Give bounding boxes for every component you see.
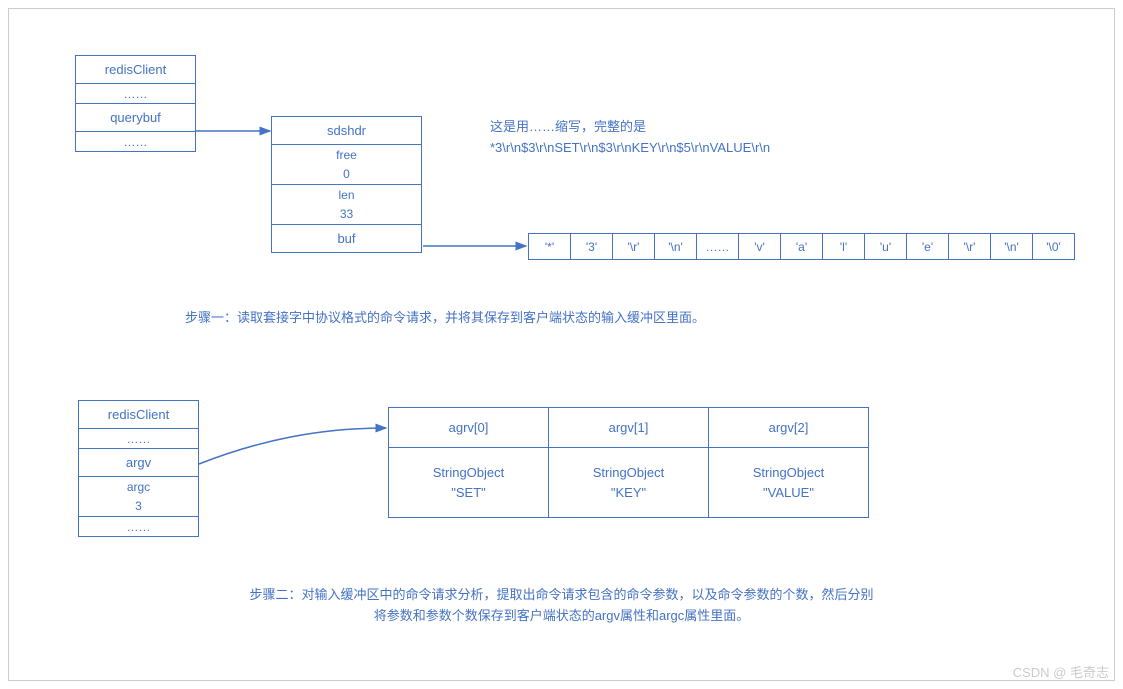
step1-text: 步骤一：读取套接字中协议格式的命令请求，并将其保存到客户端状态的输入缓冲区里面。 bbox=[185, 308, 705, 329]
redisclient2-box: redisClient …… argv argc 3 …… bbox=[78, 400, 199, 537]
redisclient2-argc-label: argc bbox=[79, 477, 199, 497]
argv-body-cell: StringObject"VALUE" bbox=[709, 448, 869, 518]
argv-header-cell: agrv[0] bbox=[389, 408, 549, 448]
redisclient1-querybuf: querybuf bbox=[76, 104, 196, 132]
buf-cell: …… bbox=[697, 234, 739, 260]
redisclient1-box: redisClient …… querybuf …… bbox=[75, 55, 196, 152]
argv-header-cell: argv[2] bbox=[709, 408, 869, 448]
step2-line2: 将参数和参数个数保存到客户端状态的argv属性和argc属性里面。 bbox=[0, 606, 1123, 627]
buf-array: '*''3''\r''\n'……'v''a''l''u''e''\r''\n''… bbox=[528, 233, 1075, 260]
buf-cell: '\r' bbox=[949, 234, 991, 260]
argv-header-cell: argv[1] bbox=[549, 408, 709, 448]
redisclient1-dots2: …… bbox=[76, 132, 196, 152]
argv-body-cell: StringObject"SET" bbox=[389, 448, 549, 518]
buf-cell: 'e' bbox=[907, 234, 949, 260]
redisclient2-argv: argv bbox=[79, 449, 199, 477]
buf-array-row: '*''3''\r''\n'……'v''a''l''u''e''\r''\n''… bbox=[529, 234, 1075, 260]
sdshdr-len-label: len bbox=[272, 185, 422, 205]
argv-body-row: StringObject"SET"StringObject"KEY"String… bbox=[389, 448, 869, 518]
redisclient2-argc-value: 3 bbox=[79, 497, 199, 517]
buf-cell: '*' bbox=[529, 234, 571, 260]
argv-obj-value: "KEY" bbox=[549, 483, 708, 503]
redisclient2-title: redisClient bbox=[79, 401, 199, 429]
step2-line1: 步骤二：对输入缓冲区中的命令请求分析，提取出命令请求包含的命令参数，以及命令参数… bbox=[0, 585, 1123, 606]
argv-obj-label: StringObject bbox=[389, 463, 548, 483]
buf-cell: 'u' bbox=[865, 234, 907, 260]
buf-cell: '\r' bbox=[613, 234, 655, 260]
buf-cell: '3' bbox=[571, 234, 613, 260]
step2-text: 步骤二：对输入缓冲区中的命令请求分析，提取出命令请求包含的命令参数，以及命令参数… bbox=[0, 585, 1123, 627]
sdshdr-title: sdshdr bbox=[272, 117, 422, 145]
buf-cell: 'v' bbox=[739, 234, 781, 260]
argv-table: agrv[0]argv[1]argv[2] StringObject"SET"S… bbox=[388, 407, 869, 518]
redisclient2-dots1: …… bbox=[79, 429, 199, 449]
redisclient2-dots2: …… bbox=[79, 517, 199, 537]
argv-obj-value: "VALUE" bbox=[709, 483, 868, 503]
buf-cell: '\0' bbox=[1033, 234, 1075, 260]
sdshdr-free-label: free bbox=[272, 145, 422, 165]
argv-header-row: agrv[0]argv[1]argv[2] bbox=[389, 408, 869, 448]
argv-obj-label: StringObject bbox=[549, 463, 708, 483]
redisclient1-dots1: …… bbox=[76, 84, 196, 104]
argv-body-cell: StringObject"KEY" bbox=[549, 448, 709, 518]
explain-line2: *3\r\n$3\r\nSET\r\n$3\r\nKEY\r\n$5\r\nVA… bbox=[490, 138, 770, 159]
protocol-explanation: 这是用……缩写，完整的是 *3\r\n$3\r\nSET\r\n$3\r\nKE… bbox=[490, 117, 770, 159]
buf-cell: 'a' bbox=[781, 234, 823, 260]
sdshdr-buf: buf bbox=[272, 225, 422, 253]
buf-cell: '\n' bbox=[991, 234, 1033, 260]
sdshdr-len-value: 33 bbox=[272, 205, 422, 225]
buf-cell: '\n' bbox=[655, 234, 697, 260]
sdshdr-box: sdshdr free 0 len 33 buf bbox=[271, 116, 422, 253]
buf-cell: 'l' bbox=[823, 234, 865, 260]
argv-obj-label: StringObject bbox=[709, 463, 868, 483]
explain-line1: 这是用……缩写，完整的是 bbox=[490, 117, 770, 138]
argv-obj-value: "SET" bbox=[389, 483, 548, 503]
redisclient1-title: redisClient bbox=[76, 56, 196, 84]
watermark: CSDN @ 毛奇志 bbox=[1013, 662, 1109, 681]
sdshdr-free-value: 0 bbox=[272, 165, 422, 185]
